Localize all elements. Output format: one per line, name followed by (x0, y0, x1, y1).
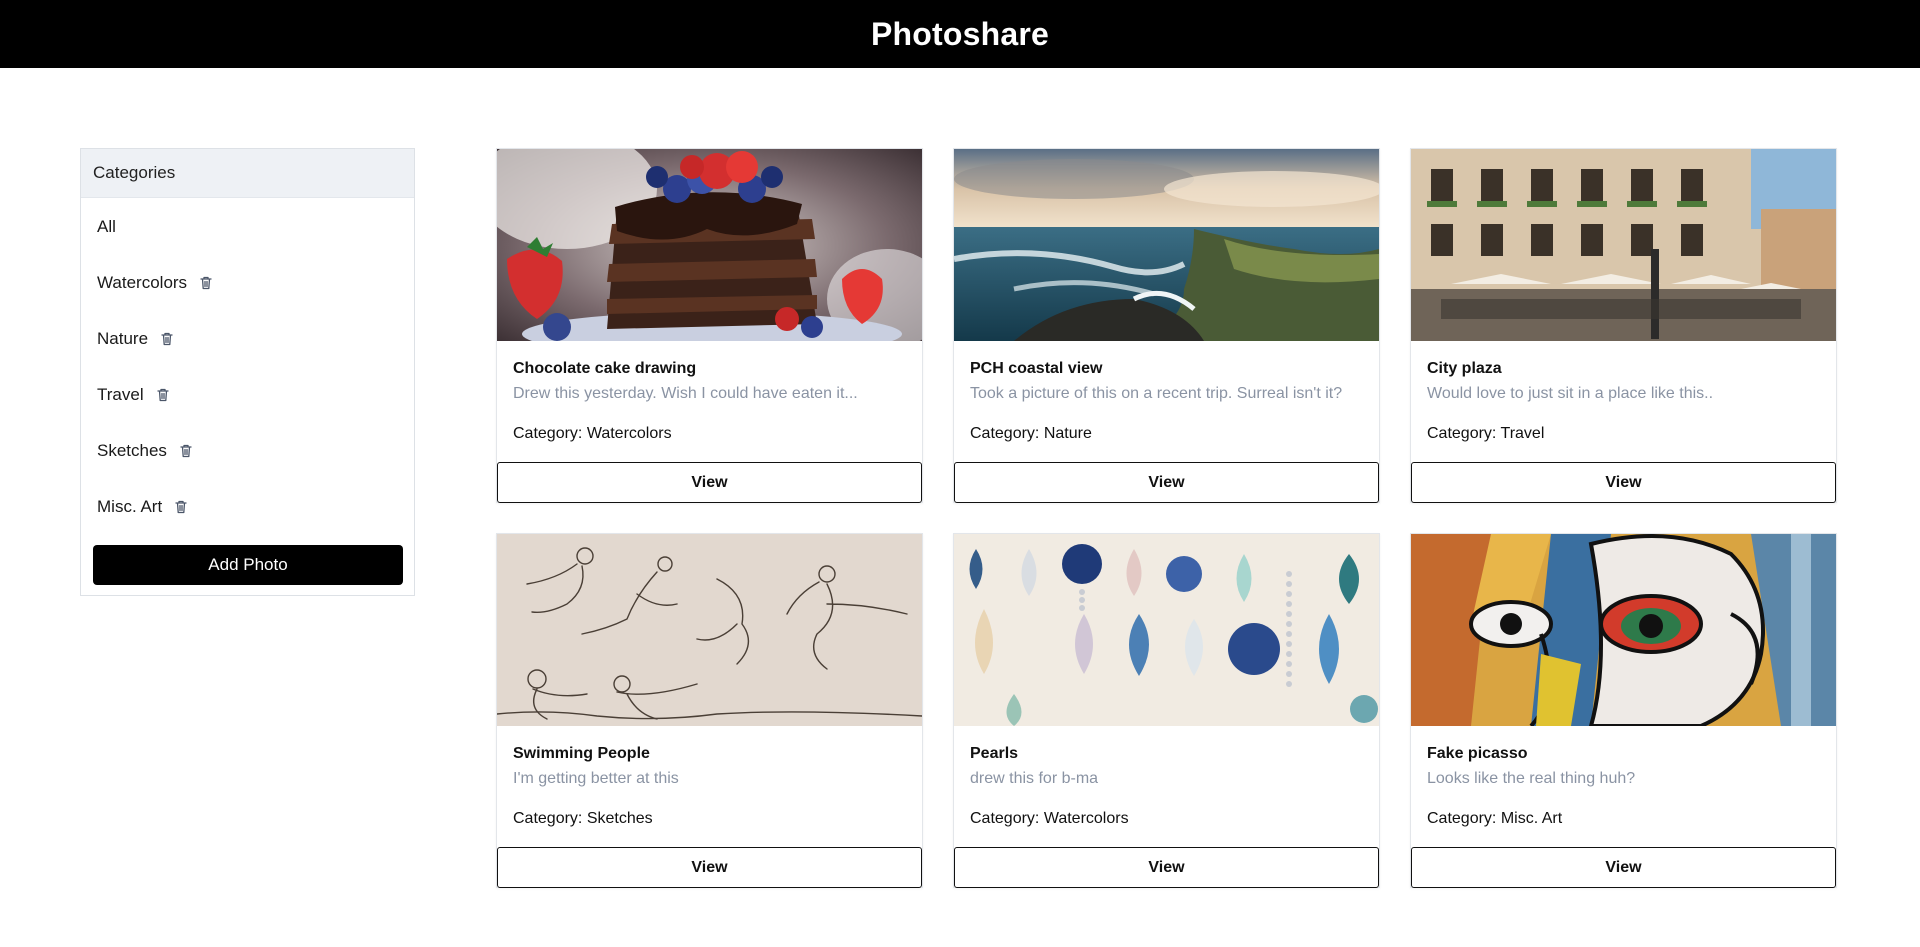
photo-category: Category: Travel (1427, 425, 1545, 442)
trash-icon[interactable] (160, 331, 174, 347)
view-button[interactable]: View (954, 847, 1379, 888)
categories-panel: Categories All Watercolors Nature Travel… (80, 148, 415, 596)
category-item-sketches[interactable]: Sketches (97, 436, 193, 466)
view-button[interactable]: View (954, 462, 1379, 503)
category-item-nature[interactable]: Nature (97, 324, 174, 354)
photo-title: Fake picasso (1427, 745, 1528, 762)
photo-thumbnail (954, 534, 1379, 726)
photo-thumbnail (497, 534, 922, 726)
category-item-watercolors[interactable]: Watercolors (97, 268, 213, 298)
view-button[interactable]: View (497, 462, 922, 503)
photo-title: Chocolate cake drawing (513, 360, 697, 377)
categories-header: Categories (81, 149, 414, 198)
category-label: Nature (97, 329, 149, 348)
category-label: Watercolors (97, 273, 188, 292)
category-item-travel[interactable]: Travel (97, 380, 170, 410)
category-item-all[interactable]: All (97, 212, 116, 242)
top-bar: Photoshare (0, 0, 1920, 68)
photo-card: Chocolate cake drawing Drew this yesterd… (496, 148, 923, 503)
photo-card: Fake picasso Looks like the real thing h… (1410, 533, 1837, 888)
photo-description: Would love to just sit in a place like t… (1427, 385, 1714, 402)
photo-card: Swimming People I'm getting better at th… (496, 533, 923, 888)
category-label: All (97, 217, 116, 236)
photo-thumbnail (954, 149, 1379, 341)
view-button[interactable]: View (1411, 847, 1836, 888)
photo-category: Category: Watercolors (970, 810, 1129, 827)
photo-title: City plaza (1427, 360, 1502, 377)
trash-icon[interactable] (156, 387, 170, 403)
photo-thumbnail (1411, 534, 1836, 726)
trash-icon[interactable] (179, 443, 193, 459)
photo-description: Took a picture of this on a recent trip.… (970, 385, 1343, 402)
photo-category: Category: Misc. Art (1427, 810, 1563, 827)
category-item-misc-art[interactable]: Misc. Art (97, 492, 188, 522)
photo-title: Swimming People (513, 745, 650, 762)
photo-thumbnail (497, 149, 922, 341)
photo-category: Category: Sketches (513, 810, 653, 827)
view-button[interactable]: View (497, 847, 922, 888)
add-photo-button[interactable]: Add Photo (93, 545, 403, 585)
photo-description: Drew this yesterday. Wish I could have e… (513, 385, 858, 402)
app-title: Photoshare (870, 15, 1050, 52)
trash-icon[interactable] (174, 499, 188, 515)
photo-thumbnail (1411, 149, 1836, 341)
category-label: Sketches (97, 441, 167, 460)
photo-category: Category: Nature (970, 425, 1092, 442)
photo-category: Category: Watercolors (513, 425, 672, 442)
photo-card: PCH coastal view Took a picture of this … (953, 148, 1380, 503)
photo-description: I'm getting better at this (513, 770, 679, 787)
photo-description: Looks like the real thing huh? (1427, 770, 1636, 787)
photo-description: drew this for b-ma (970, 770, 1099, 787)
view-button[interactable]: View (1411, 462, 1836, 503)
photo-card: City plaza Would love to just sit in a p… (1410, 148, 1837, 503)
photo-title: Pearls (970, 745, 1019, 762)
photo-card: Pearls drew this for b-ma Category: Wate… (953, 533, 1380, 888)
trash-icon[interactable] (199, 275, 213, 291)
category-label: Travel (97, 385, 144, 404)
category-label: Misc. Art (97, 497, 163, 516)
photo-title: PCH coastal view (970, 360, 1103, 377)
